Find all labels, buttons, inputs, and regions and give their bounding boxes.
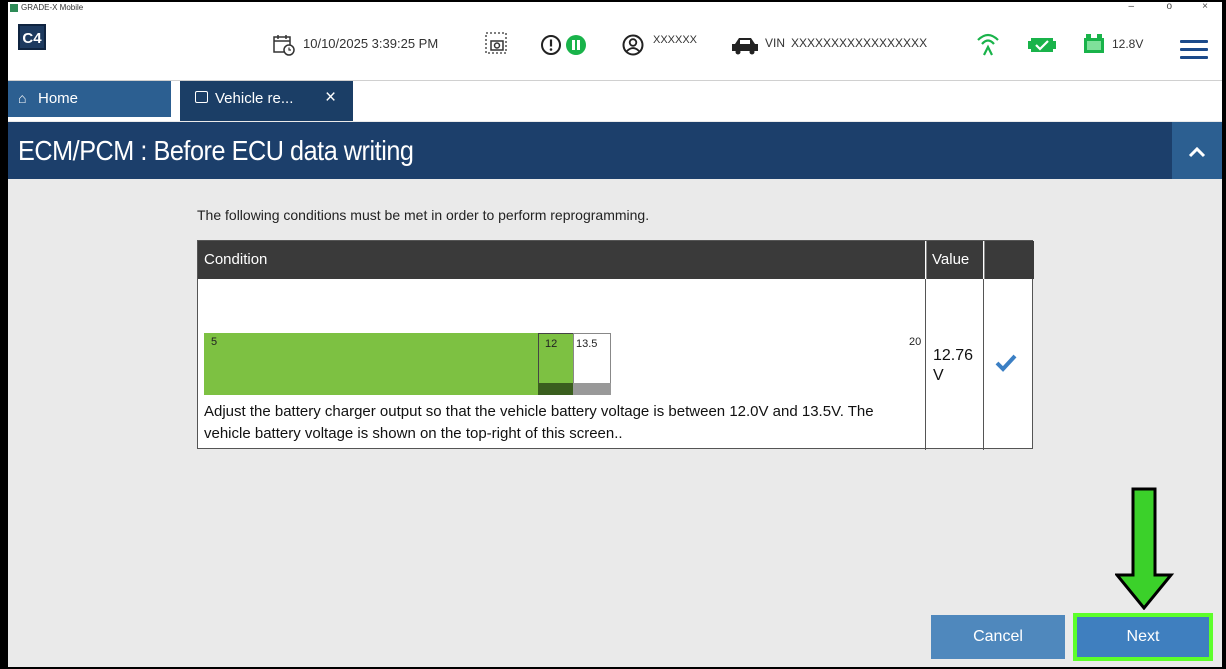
annotation-arrow-icon [1115, 487, 1175, 610]
tab-vehicle-reprogramming[interactable]: Vehicle re... × [180, 81, 353, 121]
gauge-zone-marker [573, 383, 611, 395]
chevron-up-icon [1188, 147, 1206, 158]
car-icon [732, 38, 758, 55]
app-logo: C4 [18, 24, 46, 50]
intro-text: The following conditions must be met in … [197, 207, 650, 223]
measured-value-number: 12.76 [933, 347, 974, 364]
app-icon [10, 4, 18, 12]
minimize-button[interactable]: – [1128, 2, 1134, 12]
calendar-clock-icon [273, 35, 295, 56]
app-window: GRADE-X Mobile – o × C4 10/10/2025 3:39:… [8, 2, 1222, 667]
tab-vehicle-label: Vehicle re... [215, 90, 294, 107]
gauge-max-label: 20 [909, 336, 922, 348]
vci-connected-icon [1028, 38, 1056, 52]
condition-description: Adjust the battery charger output so tha… [204, 403, 874, 442]
datetime-display: 10/10/2025 3:39:25 PM [303, 36, 439, 51]
next-button[interactable]: Next [1073, 613, 1213, 661]
restore-button[interactable]: o [1166, 2, 1172, 12]
battery-voltage: 12.8V [1112, 37, 1144, 51]
vin-value: XXXXXXXXXXXXXXXXX [791, 36, 928, 50]
page-header: ECM/PCM : Before ECU data writing [8, 122, 1222, 179]
pause-icon[interactable] [565, 34, 587, 56]
tab-bar: ⌂ Home Vehicle re... × [8, 81, 1222, 121]
collapse-button[interactable] [1172, 122, 1222, 179]
gauge-fill [204, 333, 538, 395]
vin-label: VIN [765, 36, 786, 50]
user-icon[interactable] [622, 34, 644, 56]
user-name: XXXXXX [653, 34, 698, 46]
battery-icon [1084, 34, 1104, 53]
measured-value-unit: V [933, 367, 944, 384]
column-divider [983, 279, 984, 450]
cancel-button[interactable]: Cancel [931, 615, 1065, 659]
column-header-condition: Condition [198, 241, 925, 279]
gauge-low-label: 12 [545, 338, 558, 350]
column-header-value: Value [926, 241, 983, 279]
conditions-table: Condition Value 5 12 13.5 20 Adjust the … [197, 240, 1034, 450]
close-tab-icon[interactable]: × [325, 88, 336, 108]
tab-home-label: Home [38, 90, 79, 107]
measured-value: 12.76 V [933, 346, 973, 386]
top-toolbar: C4 10/10/2025 3:39:25 PM XXXXXX VIN XXXX… [8, 14, 1222, 81]
gauge-min-label: 5 [211, 336, 218, 348]
gauge-zone-marker [538, 383, 574, 395]
screenshot-icon[interactable] [485, 32, 509, 56]
close-window-button[interactable]: × [1202, 2, 1208, 12]
home-icon: ⌂ [18, 90, 27, 106]
hamburger-menu-icon[interactable] [1180, 40, 1208, 64]
column-divider [925, 279, 926, 450]
window-titlebar: GRADE-X Mobile – o × [8, 2, 1222, 14]
gauge-high-label: 13.5 [576, 338, 598, 350]
wireless-connection-icon [977, 33, 999, 56]
alert-icon[interactable] [540, 34, 562, 56]
document-icon [195, 91, 208, 103]
column-header-status [984, 241, 1034, 279]
tab-home[interactable]: ⌂ Home [8, 81, 171, 117]
app-name: GRADE-X Mobile [21, 3, 84, 12]
checkmark-icon [995, 354, 1017, 372]
page-title: ECM/PCM : Before ECU data writing [18, 135, 414, 166]
